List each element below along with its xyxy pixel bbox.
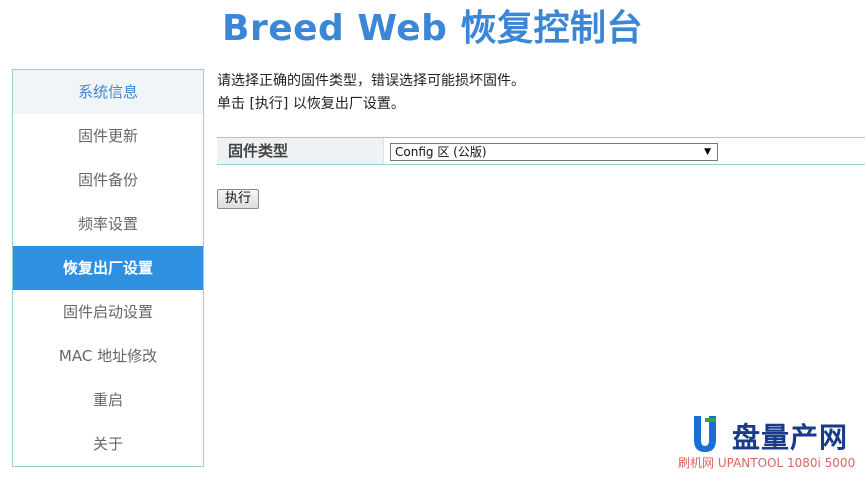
main-content: 请选择正确的固件类型，错误选择可能损坏固件。 单击 [执行] 以恢复出厂设置。 bbox=[217, 70, 865, 116]
firmware-type-label: 固件类型 bbox=[217, 138, 384, 164]
watermark-brand: 盘量产网 bbox=[732, 421, 849, 454]
page-title: Breed Web 恢复控制台 bbox=[222, 8, 643, 49]
sidebar-item-factory-reset[interactable]: 恢复出厂设置 bbox=[13, 246, 203, 290]
sidebar-item-firmware-backup[interactable]: 固件备份 bbox=[13, 158, 203, 202]
sidebar-item-reboot[interactable]: 重启 bbox=[13, 378, 203, 422]
instruction-line-2: 单击 [执行] 以恢复出厂设置。 bbox=[217, 96, 405, 112]
firmware-type-row: 固件类型 Config 区 (公版) ▼ bbox=[217, 137, 865, 165]
sidebar-item-frequency-settings[interactable]: 频率设置 bbox=[13, 202, 203, 246]
execute-button[interactable]: 执行 bbox=[217, 189, 259, 209]
chevron-down-icon: ▼ bbox=[704, 147, 711, 157]
sidebar-item-about[interactable]: 关于 bbox=[13, 422, 203, 466]
watermark-sub: 刷机网 UPANTOOL 1080i 5000 bbox=[678, 456, 856, 470]
firmware-type-select[interactable]: Config 区 (公版) ▼ bbox=[390, 143, 718, 161]
sidebar-item-firmware-update[interactable]: 固件更新 bbox=[13, 114, 203, 158]
watermark-logo: 盘量产网 刷机网 UPANTOOL 1080i 5000 bbox=[676, 412, 865, 479]
breed-recovery-page: Breed Web 恢复控制台 系统信息 固件更新 固件备份 频率设置 恢复出厂… bbox=[0, 0, 865, 479]
firmware-type-value: Config 区 (公版) bbox=[395, 145, 487, 159]
u-logo-icon bbox=[694, 416, 716, 452]
instruction-line-1: 请选择正确的固件类型，错误选择可能损坏固件。 bbox=[217, 73, 525, 89]
sidebar-item-boot-settings[interactable]: 固件启动设置 bbox=[13, 290, 203, 334]
sidebar-nav: 系统信息 固件更新 固件备份 频率设置 恢复出厂设置 固件启动设置 MAC 地址… bbox=[12, 69, 204, 467]
sidebar-item-system-info[interactable]: 系统信息 bbox=[13, 70, 203, 114]
sidebar-item-mac-address[interactable]: MAC 地址修改 bbox=[13, 334, 203, 378]
